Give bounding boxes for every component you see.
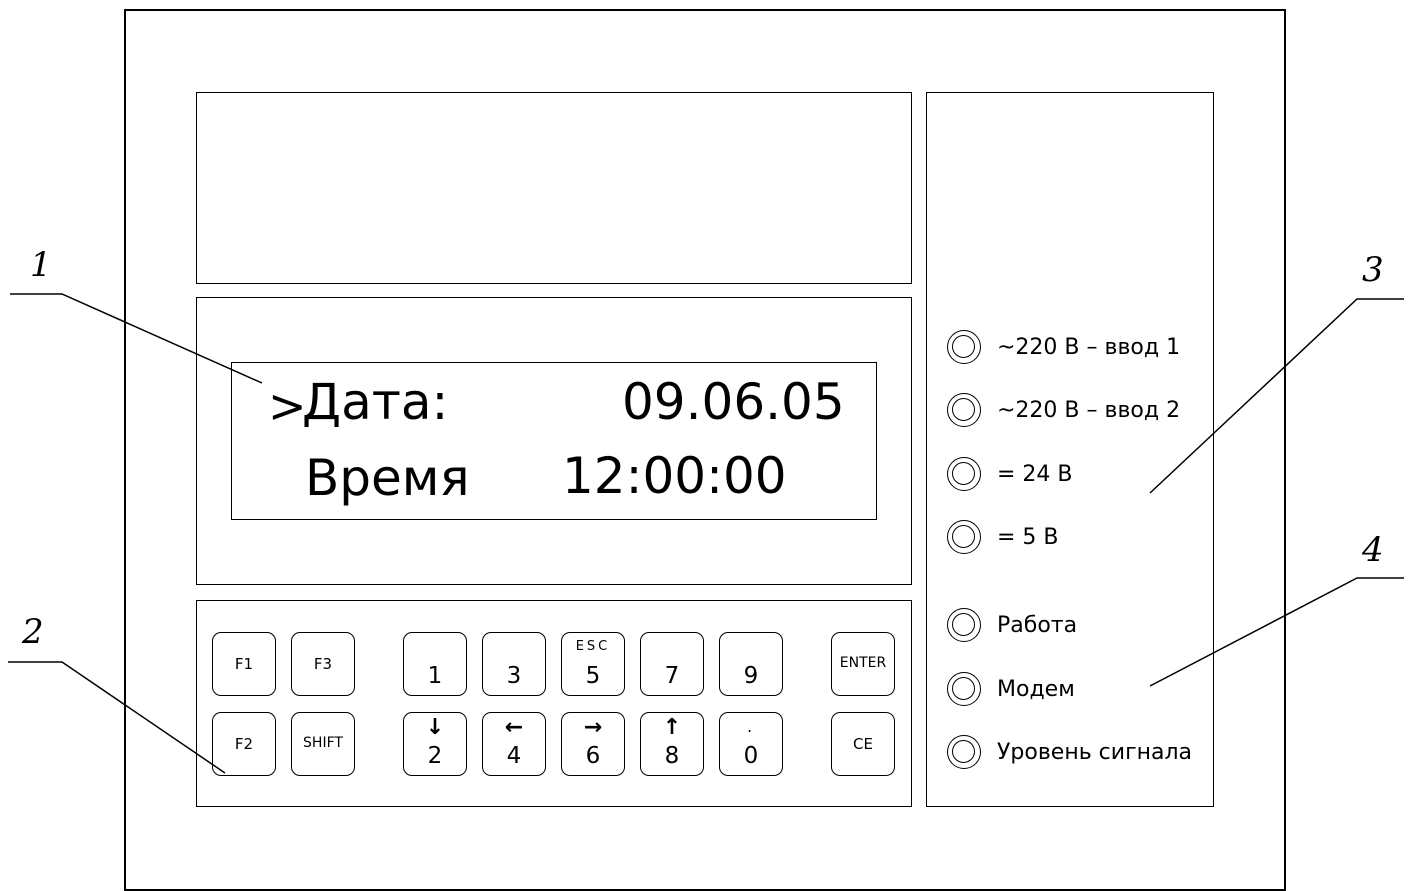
callout-1: 1: [30, 245, 52, 285]
callout-2: 2: [22, 612, 44, 652]
callout-4: 4: [1362, 530, 1384, 570]
leader-lines: [8, 293, 1404, 774]
leader-line-2: [8, 661, 226, 774]
callout-3: 3: [1362, 250, 1384, 290]
leader-line-4: [1149, 577, 1404, 687]
leader-line-1: [10, 293, 263, 384]
leader-line-3: [1149, 298, 1404, 494]
